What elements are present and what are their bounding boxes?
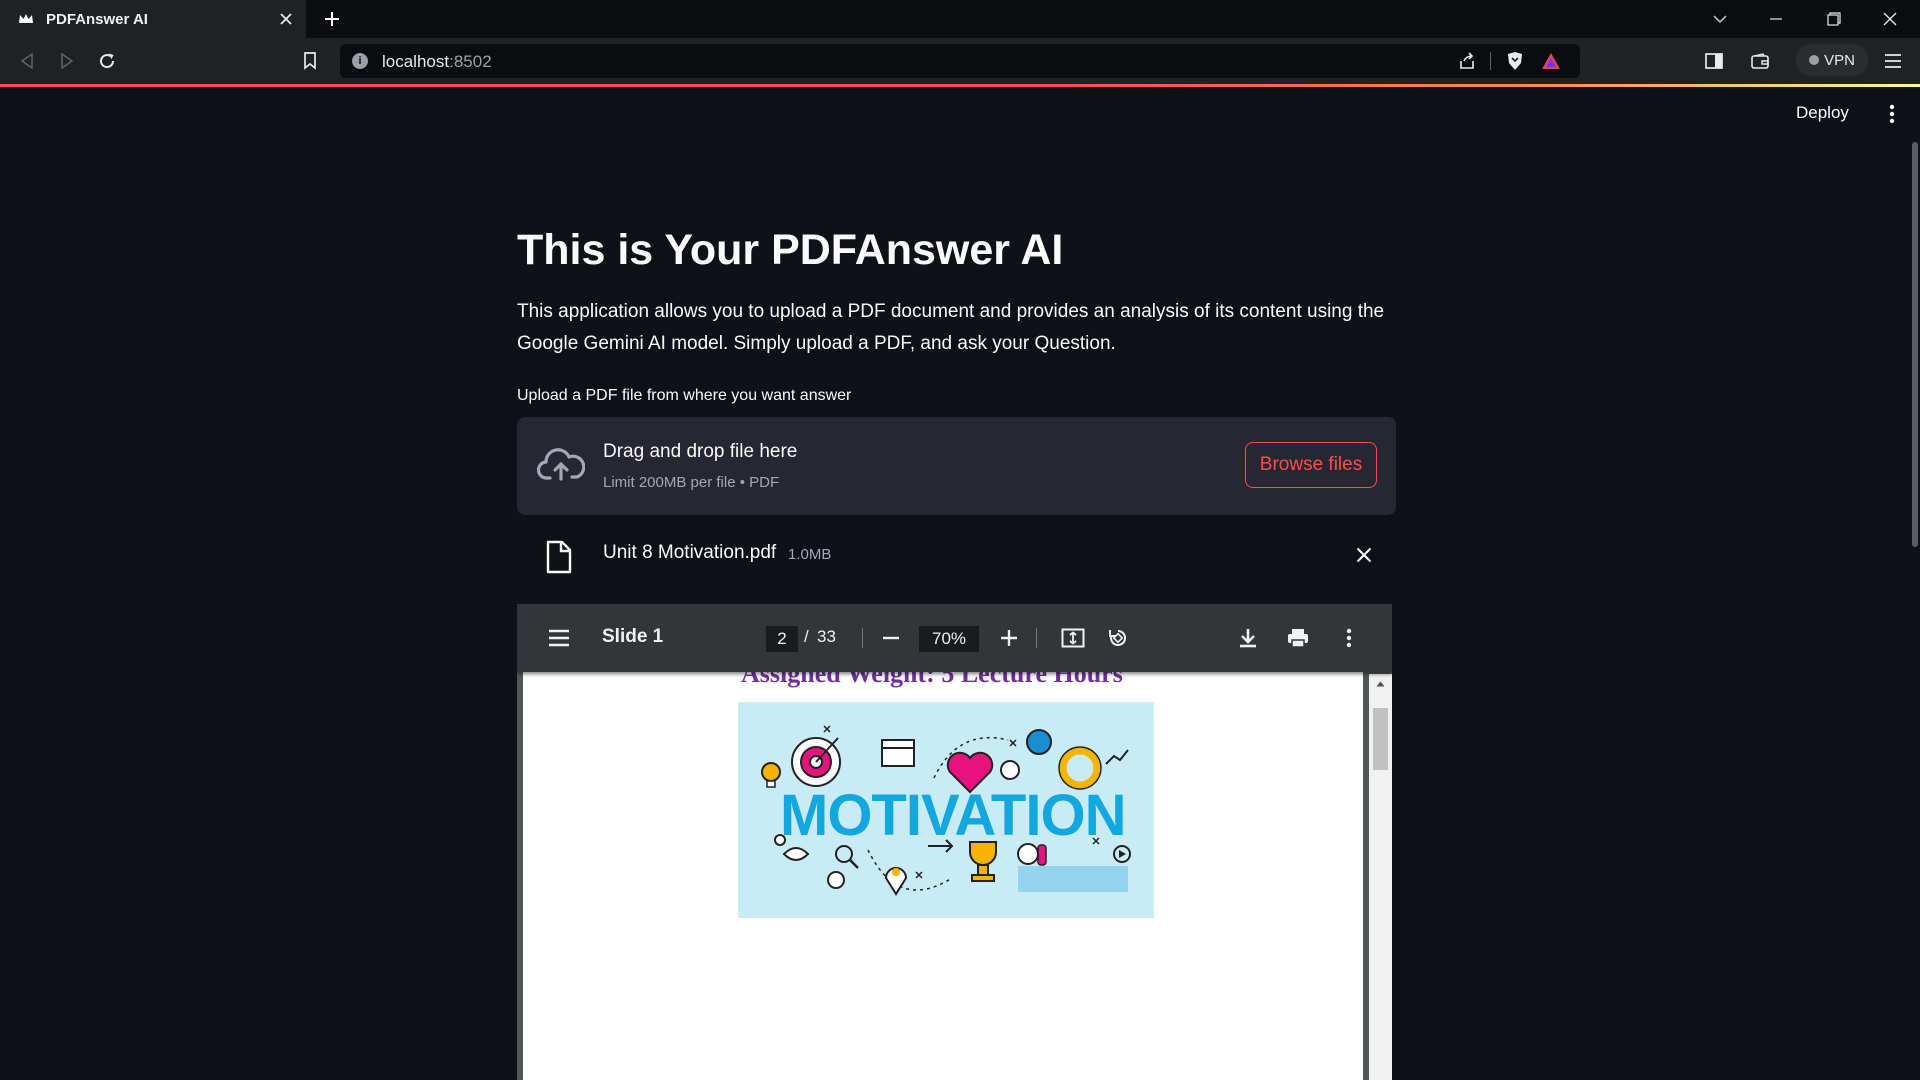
- omnibox-divider: [1490, 52, 1491, 70]
- vpn-button[interactable]: VPN: [1796, 44, 1868, 76]
- zoom-in-icon[interactable]: [994, 623, 1024, 653]
- app-top-decoration: [0, 84, 1920, 87]
- restore-icon[interactable]: [1806, 0, 1862, 38]
- close-tab-icon[interactable]: [272, 5, 300, 33]
- scroll-up-arrow-icon[interactable]: [1369, 674, 1392, 694]
- drop-title: Drag and drop file here: [603, 441, 798, 462]
- toolbar-divider: [862, 628, 863, 648]
- app-description: This application allows you to upload a …: [517, 301, 1385, 354]
- address-bar[interactable]: i localhost:8502: [340, 44, 1580, 78]
- deploy-button[interactable]: Deploy: [1796, 103, 1849, 123]
- file-name: Unit 8 Motivation.pdf: [603, 542, 777, 563]
- share-icon[interactable]: [1456, 50, 1478, 72]
- browser-tab[interactable]: PDFAnswer AI: [0, 0, 306, 38]
- drop-limit: Limit 200MB per file • PDF: [603, 474, 780, 491]
- hamburger-menu-icon[interactable]: [544, 623, 574, 653]
- rotate-icon[interactable]: [1103, 623, 1133, 653]
- page-title: This is Your PDFAnswer AI: [517, 226, 1064, 274]
- app-menu-icon[interactable]: [1880, 100, 1904, 128]
- back-icon[interactable]: [13, 47, 41, 75]
- zoom-level-input[interactable]: 70%: [919, 626, 979, 652]
- new-tab-icon[interactable]: [318, 5, 346, 33]
- browser-toolbar: i localhost:8502 VPN: [0, 38, 1920, 84]
- close-window-icon[interactable]: [1862, 0, 1918, 38]
- pdf-scrollbar[interactable]: [1369, 674, 1392, 1080]
- browse-files-button[interactable]: Browse files: [1245, 442, 1377, 488]
- pdf-toolbar: Slide 1 2 / 33 70%: [517, 604, 1392, 672]
- tab-title: PDFAnswer AI: [46, 10, 148, 28]
- print-icon[interactable]: [1283, 623, 1313, 653]
- site-info-icon[interactable]: i: [352, 53, 368, 69]
- motivation-word: MOTIVATION: [780, 783, 1126, 848]
- file-icon: [545, 540, 573, 574]
- motivation-illustration: MOTIVATION: [738, 702, 1154, 918]
- page-total: 33: [817, 627, 836, 646]
- page-separator: /: [804, 627, 809, 646]
- streamlit-crown-icon: [18, 11, 34, 27]
- minimize-icon[interactable]: [1748, 0, 1804, 38]
- pdf-page: Assigned Weight: 5 Lecture Hours MOTIVAT…: [523, 659, 1363, 1080]
- wallet-icon[interactable]: [1746, 47, 1774, 75]
- url-text: localhost:8502: [382, 52, 492, 71]
- reload-icon[interactable]: [93, 47, 121, 75]
- brave-shields-icon[interactable]: [1504, 50, 1526, 72]
- vpn-status-icon: [1809, 55, 1820, 65]
- bookmark-icon[interactable]: [296, 47, 324, 75]
- file-dropzone[interactable]: Drag and drop file here Limit 200MB per …: [517, 417, 1396, 515]
- toolbar-divider: [1036, 628, 1037, 648]
- zoom-out-icon[interactable]: [876, 623, 906, 653]
- cloud-upload-icon: [536, 445, 586, 485]
- close-icon[interactable]: [1351, 542, 1377, 568]
- uploaded-file-row: Unit 8 Motivation.pdf 1.0MB: [517, 528, 1397, 580]
- brave-rewards-icon[interactable]: [1540, 50, 1562, 72]
- sidebar-toggle-icon[interactable]: [1700, 47, 1728, 75]
- uploader-label: Upload a PDF file from where you want an…: [517, 387, 852, 404]
- pdf-viewer[interactable]: Slide 1 2 / 33 70% Assigned Weight: 5 Le…: [517, 604, 1392, 1080]
- menu-icon[interactable]: [1879, 47, 1907, 75]
- forward-icon[interactable]: [53, 47, 81, 75]
- more-options-icon[interactable]: [1334, 623, 1364, 653]
- browser-tabstrip: PDFAnswer AI: [0, 0, 1920, 38]
- file-size: 1.0MB: [788, 546, 832, 563]
- pdf-document-title: Slide 1: [602, 626, 664, 647]
- download-icon[interactable]: [1233, 623, 1263, 653]
- pdf-scrollbar-thumb[interactable]: [1373, 708, 1388, 770]
- tab-search-icon[interactable]: [1692, 0, 1748, 38]
- fit-to-page-icon[interactable]: [1058, 623, 1088, 653]
- vpn-label: VPN: [1824, 51, 1855, 69]
- page-number-input[interactable]: 2: [766, 626, 798, 652]
- page-scrollbar-thumb[interactable]: [1912, 142, 1918, 547]
